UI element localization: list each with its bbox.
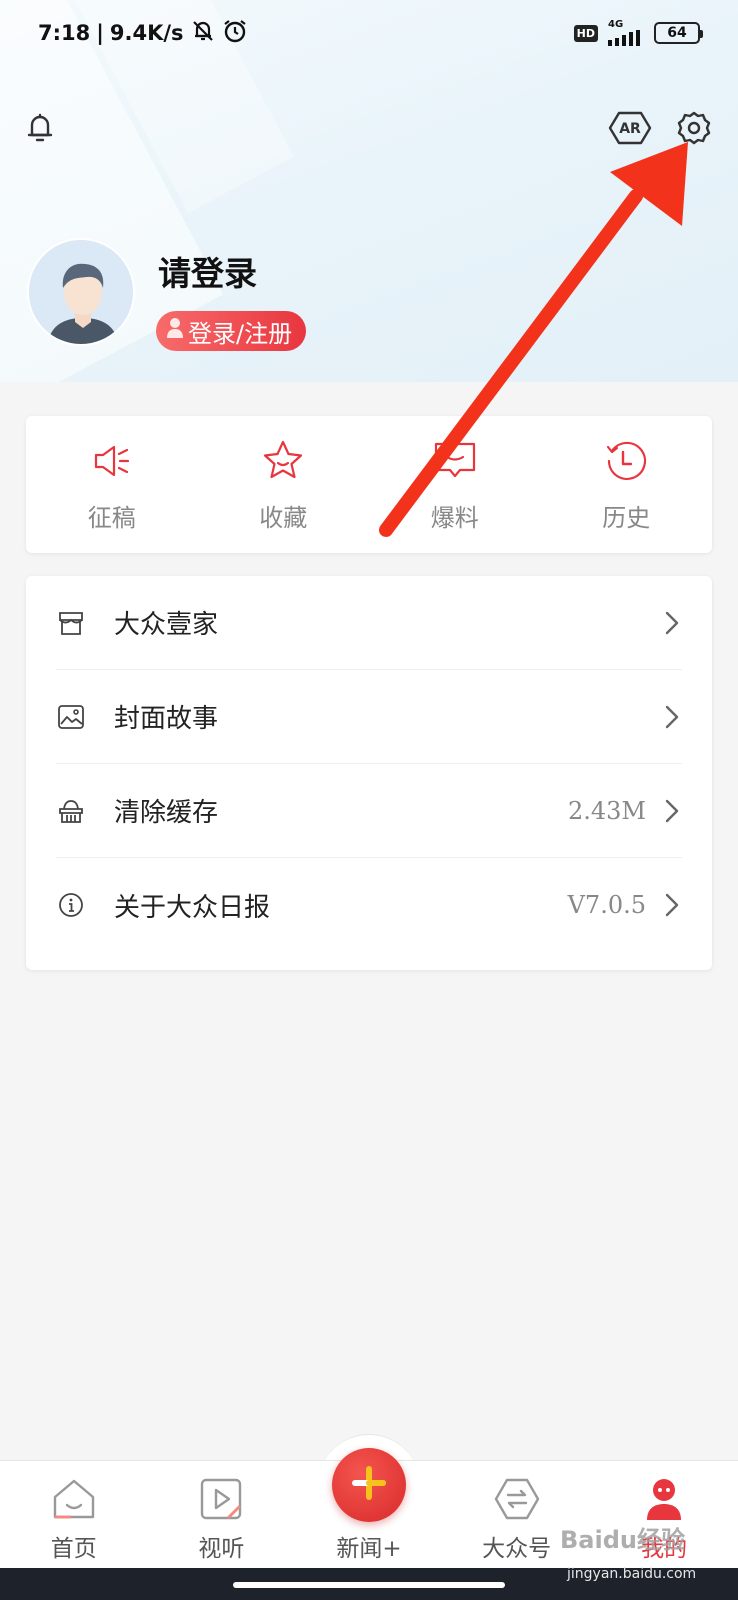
quick-item-label: 收藏: [259, 504, 308, 532]
info-icon: [56, 890, 86, 920]
menu-item-dazhong-yijia[interactable]: 大众壹家: [56, 576, 682, 670]
exchange-icon: [493, 1475, 541, 1523]
status-time: 7:18: [38, 21, 91, 45]
battery-icon: 64: [654, 22, 703, 44]
hd-badge: HD: [573, 24, 598, 42]
history-clock-icon: [601, 436, 651, 486]
chat-bubble-icon: [430, 436, 480, 486]
shop-icon: [56, 608, 86, 638]
mute-bell-icon: [190, 18, 216, 49]
menu-item-cover-story[interactable]: 封面故事: [56, 670, 682, 764]
menu-item-clear-cache[interactable]: 清除缓存 2.43M: [56, 764, 682, 858]
quick-item-submission[interactable]: 征稿: [26, 416, 198, 553]
settings-menu-card: 大众壹家 封面故事 清除缓存 2.43M 关于大众日报 V7.0.5: [26, 576, 712, 970]
star-icon: [258, 436, 308, 486]
person-icon: [640, 1475, 688, 1523]
menu-item-label: 大众壹家: [114, 610, 219, 640]
status-bar: 7:18 | 9.4K/s HD 4G 64: [0, 0, 738, 66]
status-speed: 9.4K/s: [109, 21, 184, 45]
alarm-icon: [222, 18, 248, 49]
login-prompt-title: 请登录: [158, 254, 257, 293]
picture-icon: [56, 702, 86, 732]
quick-item-label: 爆料: [430, 504, 479, 532]
cleaner-icon: [56, 796, 86, 826]
login-register-button[interactable]: 登录/注册: [156, 311, 307, 351]
menu-item-label: 封面故事: [114, 704, 219, 734]
gear-icon[interactable]: [674, 108, 714, 148]
nav-tab-home[interactable]: 首页: [0, 1461, 148, 1568]
avatar[interactable]: [27, 238, 135, 346]
app-version-value: V7.0.5: [567, 891, 646, 919]
quick-item-label: 征稿: [87, 504, 136, 532]
ar-icon[interactable]: AR: [608, 108, 652, 148]
nav-tab-label: 新闻+: [336, 1536, 402, 1562]
bell-icon[interactable]: [20, 108, 60, 148]
megaphone-icon: [87, 436, 137, 486]
chevron-right-icon: [662, 703, 682, 731]
chevron-right-icon: [662, 891, 682, 919]
nav-tab-label: 大众号: [482, 1536, 552, 1562]
quick-item-tipoff[interactable]: 爆料: [369, 416, 541, 553]
news-plus-button[interactable]: [332, 1448, 406, 1522]
quick-item-history[interactable]: 历史: [541, 416, 713, 553]
quick-actions-card: 征稿 收藏 爆料 历史: [26, 416, 712, 553]
menu-item-about[interactable]: 关于大众日报 V7.0.5: [56, 858, 682, 952]
signal-icon: 4G: [608, 20, 644, 46]
plus-icon: [349, 1463, 389, 1507]
quick-item-favorites[interactable]: 收藏: [198, 416, 370, 553]
nav-tab-video[interactable]: 视听: [148, 1461, 296, 1568]
chevron-right-icon: [662, 797, 682, 825]
watermark-url: jingyan.baidu.com: [567, 1566, 697, 1582]
menu-item-label: 关于大众日报: [114, 892, 271, 923]
quick-item-label: 历史: [602, 504, 651, 532]
cache-size-value: 2.43M: [567, 796, 646, 825]
svg-text:AR: AR: [619, 121, 641, 137]
watermark-logo: Baidu经验: [560, 1526, 685, 1554]
login-register-label: 登录/注册: [188, 319, 293, 348]
menu-item-label: 清除缓存: [114, 798, 219, 828]
chevron-right-icon: [662, 609, 682, 637]
nav-tab-label: 首页: [50, 1536, 97, 1562]
nav-tab-label: 视听: [198, 1536, 245, 1562]
home-icon: [50, 1475, 98, 1523]
home-indicator[interactable]: [233, 1582, 505, 1588]
play-icon: [197, 1475, 245, 1523]
user-icon: [166, 317, 184, 345]
